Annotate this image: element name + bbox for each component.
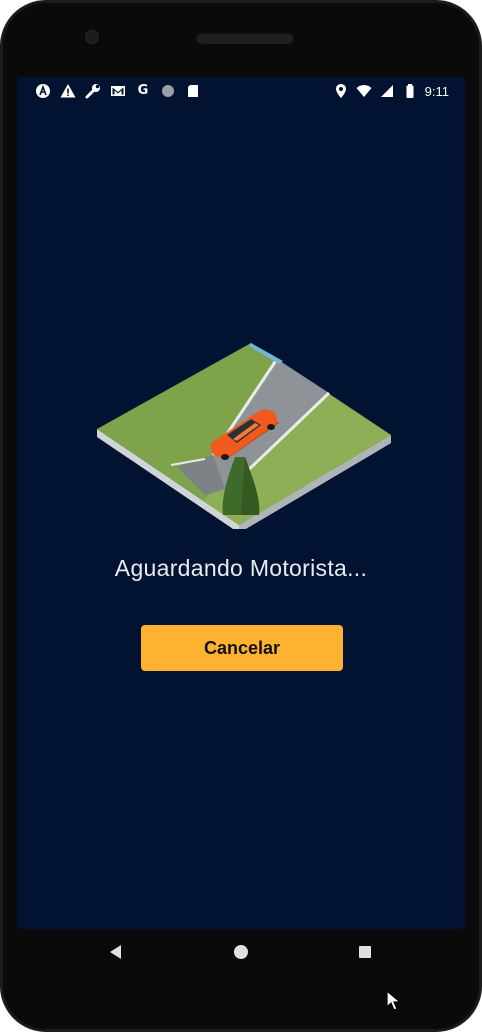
navigation-bar	[3, 929, 479, 979]
cancel-button[interactable]: Cancelar	[141, 625, 343, 671]
home-icon[interactable]	[234, 945, 248, 959]
front-camera	[85, 30, 99, 44]
earpiece-speaker	[196, 32, 294, 44]
gmail-icon	[110, 83, 126, 99]
warning-icon	[60, 83, 76, 99]
status-bar: G 9:11	[17, 77, 465, 107]
app-screen: G 9:11 Aguardando Motorista... Cancelar	[17, 77, 465, 929]
back-icon[interactable]	[110, 945, 121, 959]
google-g-icon: G	[137, 83, 149, 98]
phone-frame: G 9:11 Aguardando Motorista... Cancelar	[0, 0, 482, 1032]
car-road-illustration	[93, 339, 393, 533]
circle-icon	[160, 83, 176, 99]
wifi-icon	[356, 83, 372, 99]
battery-icon	[402, 83, 418, 99]
wrench-icon	[85, 83, 101, 99]
waiting-driver-text: Aguardando Motorista...	[114, 555, 368, 581]
location-icon	[333, 83, 349, 99]
sd-card-icon	[185, 83, 201, 99]
signal-icon	[379, 83, 395, 99]
notification-icons: G	[35, 83, 201, 99]
mouse-pointer-icon	[386, 990, 402, 1011]
recents-icon[interactable]	[359, 946, 371, 958]
clock: 9:11	[424, 83, 449, 99]
app-a-icon	[35, 83, 51, 99]
system-icons: 9:11	[333, 83, 449, 99]
